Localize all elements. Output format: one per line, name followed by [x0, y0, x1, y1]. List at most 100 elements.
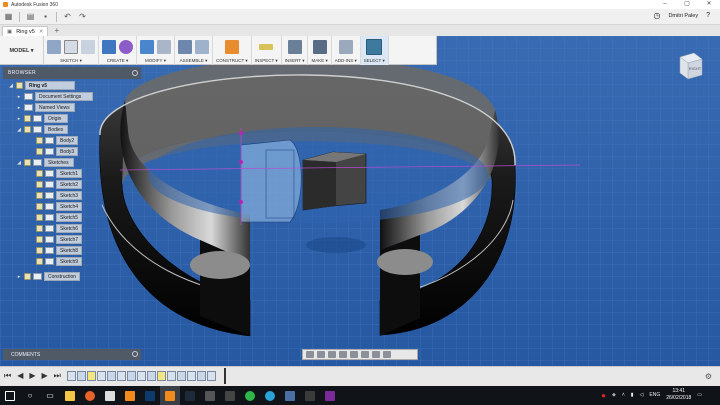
toolbar-group-make[interactable]: MAKE ▾ — [308, 36, 332, 65]
step-forward-icon[interactable]: ▶ — [42, 371, 48, 381]
tree-item-body3[interactable]: Body3 — [36, 147, 78, 156]
record-icon[interactable]: ● — [601, 391, 606, 400]
telegram-icon[interactable] — [260, 386, 280, 405]
fit-icon[interactable] — [350, 351, 358, 358]
visibility-bulb-icon[interactable] — [36, 203, 43, 210]
tree-item-origin[interactable]: ▸ Origin — [16, 114, 68, 123]
firefox-icon[interactable] — [80, 386, 100, 405]
workspace-switcher[interactable]: MODEL ▾ — [0, 36, 44, 65]
timeline-feature-fillet-icon[interactable] — [147, 371, 156, 381]
tree-item-named-views[interactable]: ▸ Named Views — [16, 103, 75, 112]
sketch-point[interactable] — [239, 160, 243, 164]
tree-item-body2[interactable]: Body2 — [36, 136, 78, 145]
comments-panel-header[interactable]: COMMENTS — [3, 349, 141, 360]
toolbar-group-modify[interactable]: MODIFY ▾ — [137, 36, 175, 65]
sketch-line-icon[interactable] — [64, 40, 78, 54]
timeline-feature-sketch-icon[interactable] — [187, 371, 196, 381]
timeline-feature-plane-icon[interactable] — [87, 371, 96, 381]
tree-item-document-settings[interactable]: ▸ Document Settings — [16, 92, 93, 101]
add-comment-icon[interactable] — [132, 351, 138, 357]
visibility-bulb-icon[interactable] — [24, 115, 31, 122]
volume-icon[interactable]: ◁ — [640, 392, 644, 398]
redo-icon[interactable]: ↷ — [78, 12, 87, 21]
maximize-button[interactable]: ▢ — [676, 0, 698, 9]
zoom-icon[interactable] — [339, 351, 347, 358]
clock-history-icon[interactable]: ◷ — [653, 11, 660, 20]
tree-item-bodies[interactable]: ◢ Bodies — [16, 125, 68, 134]
expand-arrow-icon[interactable]: ▸ — [16, 94, 22, 100]
tab-close-icon[interactable]: ✕ — [39, 29, 44, 35]
joint-icon[interactable] — [195, 40, 209, 54]
timeline-feature-extrude-icon[interactable] — [197, 371, 206, 381]
app-tray-icon[interactable]: ◆ — [612, 392, 616, 398]
orbit-icon[interactable] — [306, 351, 314, 358]
visibility-bulb-icon[interactable] — [36, 192, 43, 199]
tree-item-sketches[interactable]: ◢ Sketches — [16, 158, 74, 167]
sketch-pencil-icon[interactable] — [47, 40, 61, 54]
move-copy-icon[interactable] — [157, 40, 171, 54]
visibility-bulb-icon[interactable] — [16, 82, 23, 89]
look-at-icon[interactable] — [317, 351, 325, 358]
toolbar-group-construct[interactable]: CONSTRUCT ▾ — [213, 36, 252, 65]
save-icon[interactable]: ▪ — [41, 12, 50, 21]
sketch-point[interactable] — [239, 131, 243, 135]
clock[interactable]: 13:41 26/02/2018 — [666, 388, 691, 402]
sketch-rect-icon[interactable] — [81, 40, 95, 54]
tree-item-sketch5[interactable]: Sketch5 — [36, 213, 82, 222]
collapse-arrow-icon[interactable]: ◢ — [8, 83, 14, 89]
pan-hand-icon[interactable] — [328, 351, 336, 358]
timeline-settings-gear-icon[interactable]: ⚙ — [705, 372, 712, 381]
toolbar-group-addins[interactable]: ADD-INS ▾ — [332, 36, 361, 65]
toolbar-group-assemble[interactable]: ASSEMBLE ▾ — [175, 36, 213, 65]
visibility-bulb-icon[interactable] — [24, 126, 31, 133]
expand-arrow-icon[interactable]: ▸ — [16, 274, 22, 280]
app-icon[interactable] — [300, 386, 320, 405]
grid-settings-icon[interactable] — [372, 351, 380, 358]
timeline-feature-sketch-icon[interactable] — [67, 371, 76, 381]
visibility-bulb-icon[interactable] — [36, 214, 43, 221]
notifications-icon[interactable]: ▭ — [697, 392, 702, 398]
viewcube[interactable]: RIGHT — [676, 49, 704, 83]
expand-arrow-icon[interactable]: ▸ — [16, 116, 22, 122]
timeline-feature-sketch-icon[interactable] — [207, 371, 216, 381]
close-button[interactable]: ✕ — [698, 0, 720, 9]
browser-panel-header[interactable]: BROWSER — [3, 67, 141, 79]
timeline-feature-revolve-icon[interactable] — [107, 371, 116, 381]
network-icon[interactable]: ▮ — [631, 392, 634, 398]
app-icon[interactable] — [280, 386, 300, 405]
collapse-arrow-icon[interactable]: ◢ — [16, 160, 22, 166]
step-back-icon[interactable]: ◀ — [17, 371, 23, 381]
task-view-icon[interactable]: ▭ — [40, 386, 60, 405]
calculator-icon[interactable] — [200, 386, 220, 405]
visibility-bulb-icon[interactable] — [36, 236, 43, 243]
viewports-icon[interactable] — [383, 351, 391, 358]
pin-icon[interactable] — [132, 70, 138, 76]
store-icon[interactable] — [100, 386, 120, 405]
sphere-icon[interactable] — [119, 40, 133, 54]
display-settings-icon[interactable] — [361, 351, 369, 358]
tree-item-construction[interactable]: ▸ Construction — [16, 272, 80, 281]
timeline-feature-split-icon[interactable] — [177, 371, 186, 381]
3d-print-icon[interactable] — [312, 40, 327, 54]
search-icon[interactable]: ○ — [20, 386, 40, 405]
whatsapp-icon[interactable] — [240, 386, 260, 405]
help-icon[interactable]: ? — [706, 12, 710, 19]
select-cursor-icon[interactable] — [366, 39, 383, 55]
tree-item-sketch7[interactable]: Sketch7 — [36, 235, 82, 244]
visibility-bulb-icon[interactable] — [36, 258, 43, 265]
timeline-marker[interactable] — [224, 368, 226, 384]
visibility-bulb-icon[interactable] — [36, 247, 43, 254]
toolbar-group-select[interactable]: SELECT ▾ — [360, 36, 389, 65]
new-component-icon[interactable] — [178, 40, 192, 54]
timeline-feature-sketch-icon[interactable] — [97, 371, 106, 381]
user-name[interactable]: Dmitri Paley — [668, 13, 698, 19]
visibility-bulb-icon[interactable] — [36, 137, 43, 144]
collapse-arrow-icon[interactable]: ◢ — [16, 127, 22, 133]
tree-item-sketch3[interactable]: Sketch3 — [36, 191, 82, 200]
visibility-bulb-icon[interactable] — [24, 159, 31, 166]
tray-expand-icon[interactable]: ˄ — [622, 392, 625, 398]
tree-item-sketch2[interactable]: Sketch2 — [36, 180, 82, 189]
tree-item-sketch4[interactable]: Sketch4 — [36, 202, 82, 211]
photoshop-icon[interactable] — [140, 386, 160, 405]
expand-arrow-icon[interactable]: ▸ — [16, 105, 22, 111]
